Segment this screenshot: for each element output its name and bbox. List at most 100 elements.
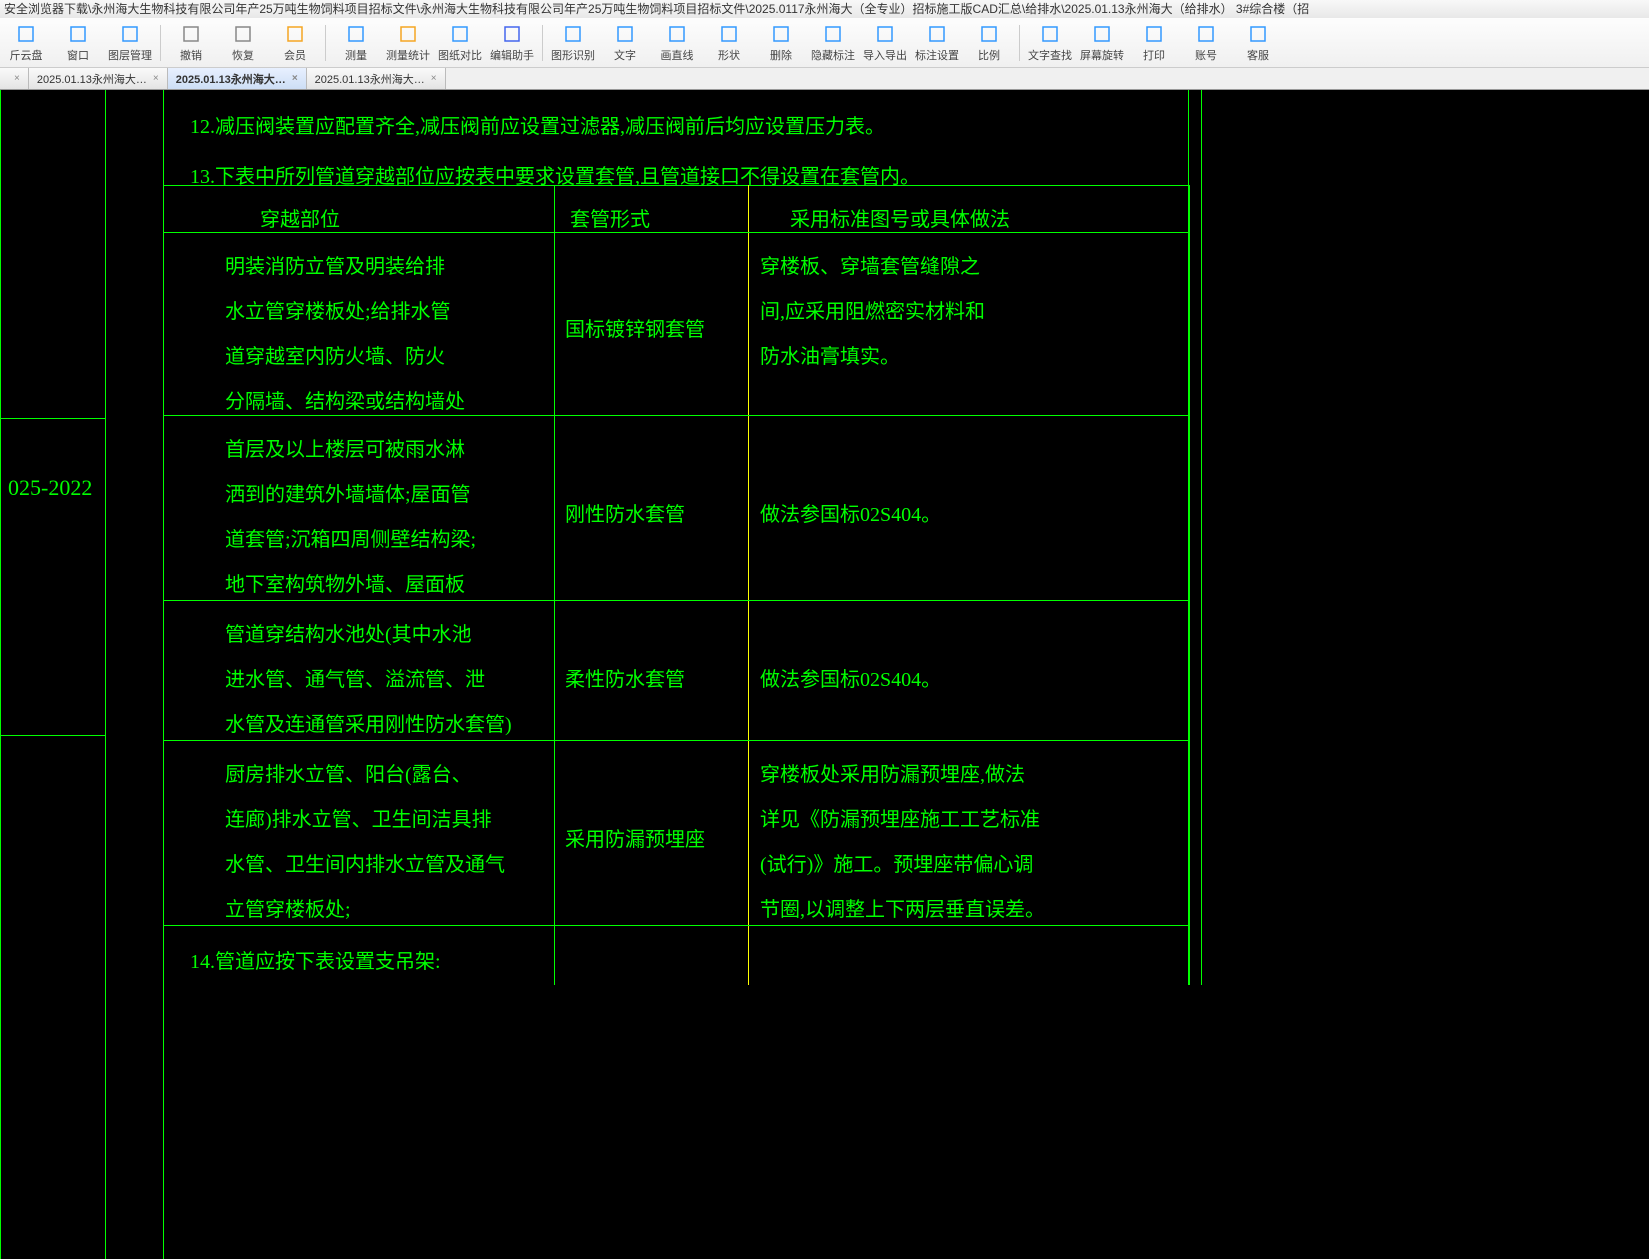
删除-icon [770, 23, 792, 45]
close-icon[interactable]: × [431, 73, 437, 84]
table-top [163, 185, 1189, 186]
撤销-icon [180, 23, 202, 45]
文字-icon [614, 23, 636, 45]
tool-label: 隐藏标注 [811, 47, 855, 63]
table-hr [163, 232, 1189, 233]
tool-label: 恢复 [232, 47, 254, 63]
table-bottom [163, 925, 1189, 926]
窗口-icon [67, 23, 89, 45]
r1c3-l2: 间,应采用阻燃密实材料和 [760, 295, 985, 324]
table-left [163, 185, 164, 985]
tab-label: 2025.01.13永州海大… [37, 71, 147, 87]
close-icon[interactable]: × [292, 73, 298, 84]
tool-label: 账号 [1195, 47, 1217, 63]
r1c3-l1: 穿楼板、穿墙套管缝隙之 [760, 250, 980, 279]
r4c1-l4: 立管穿楼板处; [225, 893, 351, 922]
main-toolbar: 斤云盘窗口图层管理撤销 恢复 会员 测量测量统计图纸对比编辑助手图形识别文字画直线形状… [0, 18, 1649, 68]
document-tab[interactable]: 2025.01.13永州海大… × [29, 68, 168, 89]
r4c3-l1: 穿楼板处采用防漏预埋座,做法 [760, 758, 1025, 787]
tool-画直线[interactable]: 画直线 [651, 19, 703, 67]
cad-line [0, 90, 1, 1259]
cad-line [0, 418, 105, 419]
tool-文字查找[interactable]: 文字查找 [1024, 19, 1076, 67]
r4c3-l3: (试行)》施工。预埋座带偏心调 [760, 848, 1033, 877]
r2c1-l3: 道套管;沉箱四周侧壁结构梁; [225, 523, 476, 552]
tool-编辑助手[interactable]: 编辑助手 [486, 19, 538, 67]
tool-label: 测量 [345, 47, 367, 63]
tool-会员[interactable]: 会员 [269, 19, 321, 67]
side-year-label: 025-2022 [8, 475, 92, 501]
隐藏标注-icon [822, 23, 844, 45]
tool-label: 撤销 [180, 47, 202, 63]
r1c3-l3: 防水油膏填实。 [760, 340, 900, 369]
tool-图层管理[interactable]: 图层管理 [104, 19, 156, 67]
r2c1-l1: 首层及以上楼层可被雨水淋 [225, 433, 465, 462]
tool-label: 删除 [770, 47, 792, 63]
r3c1-l1: 管道穿结构水池处(其中水池 [225, 618, 472, 647]
r1c1-l1: 明装消防立管及明装给排 [225, 250, 445, 279]
table-right [1189, 185, 1190, 985]
r2c1-l4: 地下室构筑物外墙、屋面板 [225, 568, 465, 597]
画直线-icon [666, 23, 688, 45]
tool-删除[interactable]: 删除 [755, 19, 807, 67]
tool-测量统计[interactable]: 测量统计 [382, 19, 434, 67]
tool-窗口[interactable]: 窗口 [52, 19, 104, 67]
close-icon[interactable]: × [14, 73, 20, 84]
tool-label: 打印 [1143, 47, 1165, 63]
tool-形状[interactable]: 形状 [703, 19, 755, 67]
toolbar-divider [1019, 25, 1020, 61]
tool-label: 会员 [284, 47, 306, 63]
r4c2: 采用防漏预埋座 [565, 823, 705, 852]
图层管理-icon [119, 23, 141, 45]
tool-撤销[interactable]: 撤销 [165, 19, 217, 67]
title-bar: 安全浏览器下载\永州海大生物科技有限公司年产25万吨生物饲料项目招标文件\永州海… [0, 0, 1649, 18]
tool-打印[interactable]: 打印 [1128, 19, 1180, 67]
形状-icon [718, 23, 740, 45]
tool-label: 斤云盘 [10, 47, 43, 63]
tool-客服[interactable]: 客服 [1232, 19, 1284, 67]
table-col2 [748, 185, 749, 985]
table-r2 [163, 600, 1189, 601]
r3c1-l2: 进水管、通气管、溢流管、泄 [225, 663, 485, 692]
document-tab[interactable]: 2025.01.13永州海大…× [168, 68, 307, 89]
tool-比例[interactable]: 比例 [963, 19, 1015, 67]
r4c1-l2: 连廊)排水立管、卫生间洁具排 [225, 803, 492, 832]
th-col3: 采用标准图号或具体做法 [790, 203, 1010, 232]
close-icon[interactable]: × [153, 73, 159, 84]
tool-label: 形状 [718, 47, 740, 63]
frame-right-2 [1201, 90, 1202, 985]
tool-label: 文字查找 [1028, 47, 1072, 63]
编辑助手-icon [501, 23, 523, 45]
tool-测量[interactable]: 测量 [330, 19, 382, 67]
tool-label: 标注设置 [915, 47, 959, 63]
r3c3: 做法参国标02S404。 [760, 663, 941, 692]
tool-斤云盘[interactable]: 斤云盘 [0, 19, 52, 67]
tool-图纸对比[interactable]: 图纸对比 [434, 19, 486, 67]
tool-账号[interactable]: 账号 [1180, 19, 1232, 67]
r1c1-l2: 水立管穿楼板处;给排水管 [225, 295, 451, 324]
note-12: 12.减压阀装置应配置齐全,减压阀前应设置过滤器,减压阀前后均应设置压力表。 [190, 110, 885, 139]
tool-恢复[interactable]: 恢复 [217, 19, 269, 67]
图形识别-icon [562, 23, 584, 45]
测量-icon [345, 23, 367, 45]
r4c1-l3: 水管、卫生间内排水立管及通气 [225, 848, 505, 877]
cad-line [0, 735, 105, 736]
比例-icon [978, 23, 1000, 45]
tab-label: 2025.01.13永州海大… [315, 71, 425, 87]
tool-label: 屏幕旋转 [1080, 47, 1124, 63]
note-14: 14.管道应按下表设置支吊架: [190, 945, 441, 974]
tool-图形识别[interactable]: 图形识别 [547, 19, 599, 67]
r3c2: 柔性防水套管 [565, 663, 685, 692]
tool-label: 图形识别 [551, 47, 595, 63]
tool-隐藏标注[interactable]: 隐藏标注 [807, 19, 859, 67]
r3c1-l3: 水管及连通管采用刚性防水套管) [225, 708, 512, 737]
tool-文字[interactable]: 文字 [599, 19, 651, 67]
document-tab[interactable]: 2025.01.13永州海大… × [307, 68, 446, 89]
tool-屏幕旋转[interactable]: 屏幕旋转 [1076, 19, 1128, 67]
cad-canvas[interactable]: 025-2022 12.减压阀装置应配置齐全,减压阀前应设置过滤器,减压阀前后均… [0, 90, 1649, 1259]
tool-标注设置[interactable]: 标注设置 [911, 19, 963, 67]
客服-icon [1247, 23, 1269, 45]
图纸对比-icon [449, 23, 471, 45]
tab-close-first[interactable]: × [0, 68, 29, 89]
tool-导入导出[interactable]: 导入导出 [859, 19, 911, 67]
